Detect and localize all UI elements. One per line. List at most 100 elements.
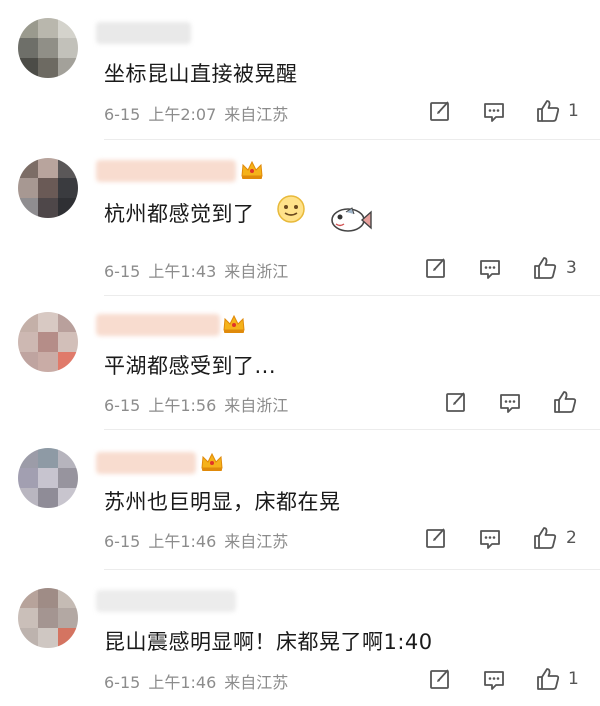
avatar-pixel <box>58 18 78 38</box>
comment-location: 来自江苏 <box>224 105 289 124</box>
avatar[interactable] <box>18 18 78 78</box>
avatar-pixel <box>18 628 38 648</box>
avatar-pixel <box>18 58 38 78</box>
comment-date: 6-15 <box>104 532 141 551</box>
comment-item: 昆山震感明显啊！床都晃了啊1:40 6-15 上午1:46 来自江苏 1 <box>0 570 600 706</box>
avatar-pixel <box>38 468 58 488</box>
comment-date: 6-15 <box>104 396 141 415</box>
comment-text: 苏州也巨明显，床都在晃 <box>104 490 341 514</box>
comment-text: 昆山震感明显啊！床都晃了啊1:40 <box>104 630 433 654</box>
avatar-pixel <box>58 38 78 58</box>
avatar-pixel <box>58 158 78 178</box>
like-count: 2 <box>566 528 577 548</box>
edit-icon[interactable] <box>424 526 448 550</box>
edit-icon[interactable] <box>428 99 452 123</box>
comment-icon[interactable] <box>498 390 522 414</box>
avatar-pixel <box>38 332 58 352</box>
comment-time: 上午1:43 <box>148 262 217 281</box>
avatar-pixel <box>58 178 78 198</box>
avatar[interactable] <box>18 158 78 218</box>
fish-sticker-icon <box>331 207 372 232</box>
avatar-pixel <box>18 198 38 218</box>
comment-item: 平湖都感受到了... 6-15 上午1:56 来自浙江 <box>0 296 600 430</box>
avatar-pixel <box>38 198 58 218</box>
like-count: 1 <box>568 101 579 121</box>
avatar-pixel <box>18 312 38 332</box>
avatar-pixel <box>38 588 58 608</box>
edit-icon[interactable] <box>424 256 448 280</box>
comment-icon[interactable] <box>478 256 502 280</box>
avatar-pixel <box>18 488 38 508</box>
username-blurred[interactable] <box>96 314 220 336</box>
comment-location: 来自浙江 <box>224 262 289 281</box>
comment-time: 上午1:46 <box>148 673 217 692</box>
thumbs-up-icon[interactable] <box>532 255 557 279</box>
avatar-pixel <box>38 178 58 198</box>
avatar-pixel <box>18 448 38 468</box>
comment-date: 6-15 <box>104 105 141 124</box>
edit-icon[interactable] <box>444 390 468 414</box>
avatar-pixel <box>38 352 58 372</box>
thumbs-up-icon[interactable] <box>535 98 560 122</box>
avatar-pixel <box>58 312 78 332</box>
avatar-pixel <box>58 608 78 628</box>
username-blurred[interactable] <box>96 22 191 44</box>
comment-meta: 6-15 上午1:46 来自江苏 <box>104 669 288 693</box>
comment-text: 坐标昆山直接被晃醒 <box>104 62 298 86</box>
avatar-pixel <box>58 468 78 488</box>
avatar-pixel <box>18 352 38 372</box>
smile-emoji-icon <box>277 195 305 223</box>
avatar-pixel <box>38 488 58 508</box>
avatar-pixel <box>58 488 78 508</box>
comment-location: 来自江苏 <box>224 673 289 692</box>
comment-date: 6-15 <box>104 262 141 281</box>
comment-text: 杭州都感觉到了 <box>104 202 255 226</box>
like-count: 1 <box>568 669 579 689</box>
avatar[interactable] <box>18 312 78 372</box>
avatar-pixel <box>38 38 58 58</box>
comment-meta: 6-15 上午1:43 来自浙江 <box>104 258 288 282</box>
username-blurred[interactable] <box>96 452 196 474</box>
comment-time: 上午1:46 <box>148 532 217 551</box>
avatar-pixel <box>18 332 38 352</box>
comment-icon[interactable] <box>482 99 506 123</box>
comment-item: 苏州也巨明显，床都在晃 6-15 上午1:46 来自江苏 2 <box>0 430 600 570</box>
edit-icon[interactable] <box>428 667 452 691</box>
thumbs-up-icon[interactable] <box>535 666 560 690</box>
crown-badge-icon <box>240 160 264 180</box>
comment-location: 来自浙江 <box>224 396 289 415</box>
comment-icon[interactable] <box>482 667 506 691</box>
avatar-pixel <box>38 18 58 38</box>
avatar-pixel <box>38 608 58 628</box>
username-blurred[interactable] <box>96 160 236 182</box>
avatar[interactable] <box>18 448 78 508</box>
comment-meta: 6-15 上午2:07 来自江苏 <box>104 101 288 125</box>
avatar-pixel <box>18 468 38 488</box>
avatar-pixel <box>18 38 38 58</box>
avatar-pixel <box>38 628 58 648</box>
avatar-pixel <box>18 608 38 628</box>
comment-item: 坐标昆山直接被晃醒 6-15 上午2:07 来自江苏 1 <box>0 0 600 140</box>
avatar-pixel <box>38 158 58 178</box>
crown-badge-icon <box>200 452 224 472</box>
comment-location: 来自江苏 <box>224 532 289 551</box>
avatar-pixel <box>18 588 38 608</box>
like-count: 3 <box>566 258 577 278</box>
thumbs-up-icon[interactable] <box>552 389 577 413</box>
avatar-pixel <box>58 628 78 648</box>
comment-icon[interactable] <box>478 526 502 550</box>
avatar-pixel <box>18 178 38 198</box>
avatar-pixel <box>58 58 78 78</box>
comment-text: 平湖都感受到了... <box>104 354 277 378</box>
avatar[interactable] <box>18 588 78 648</box>
avatar-pixel <box>58 352 78 372</box>
comment-meta: 6-15 上午1:56 来自浙江 <box>104 392 288 416</box>
avatar-pixel <box>58 332 78 352</box>
thumbs-up-icon[interactable] <box>532 525 557 549</box>
comment-date: 6-15 <box>104 673 141 692</box>
avatar-pixel <box>18 158 38 178</box>
avatar-pixel <box>58 448 78 468</box>
comment-time: 上午1:56 <box>148 396 217 415</box>
username-blurred[interactable] <box>96 590 236 612</box>
avatar-pixel <box>38 448 58 468</box>
